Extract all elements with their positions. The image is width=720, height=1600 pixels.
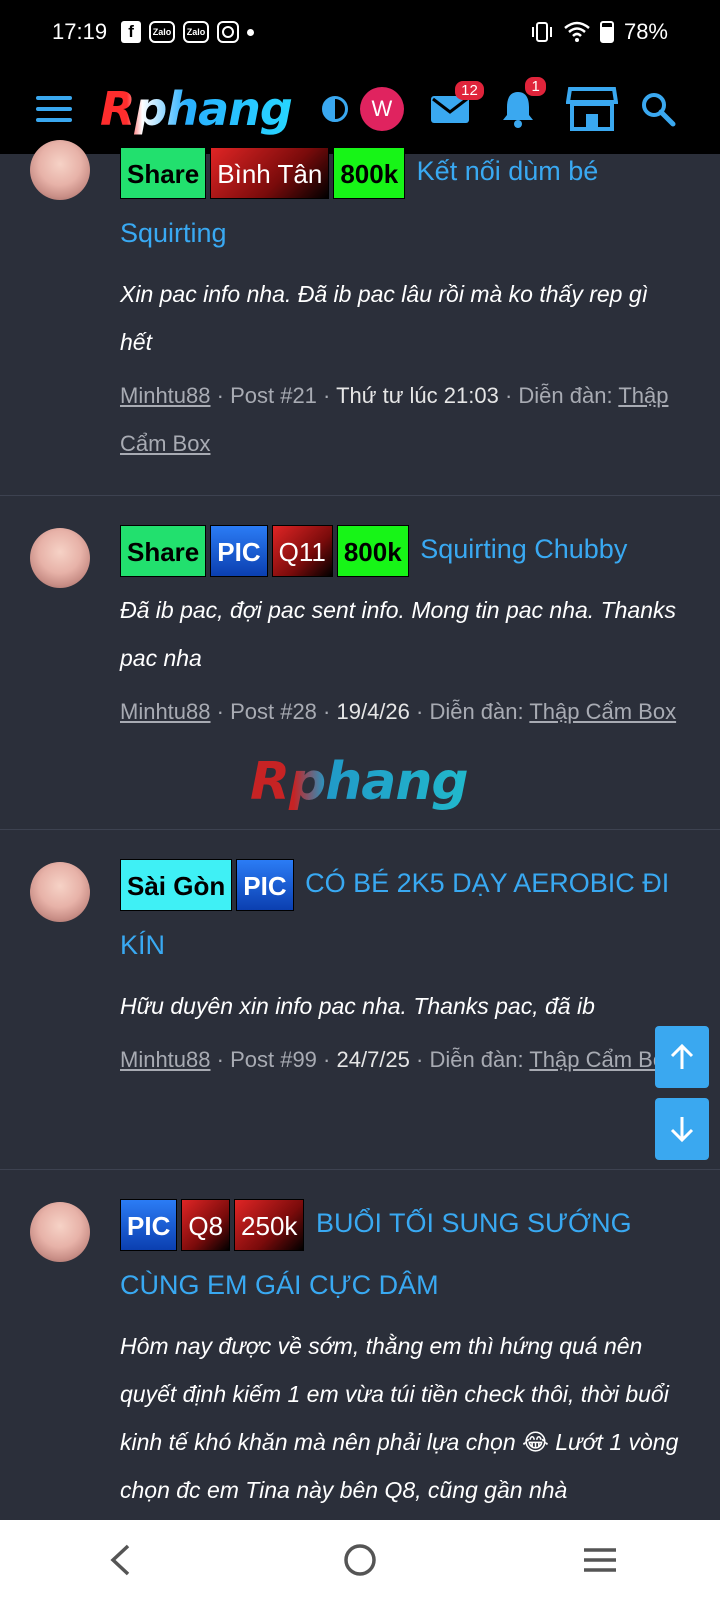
post-date: 24/7/25	[336, 1047, 410, 1072]
post-meta: Minhtu88 · Post #21 · Thứ tư lúc 21:03 ·…	[120, 383, 669, 456]
tag-label[interactable]: PIC	[120, 1198, 178, 1251]
tag-label[interactable]: PIC	[236, 858, 294, 911]
author-link[interactable]: Minhtu88	[120, 699, 211, 724]
post-item[interactable]: Share Bình Tân 800k Kết nối dùm bé Squirti…	[0, 140, 720, 496]
battery-percent: 78%	[623, 19, 668, 44]
post-title-line[interactable]: Share Bình Tân 800k Kết nối dùm bé Squirti…	[120, 140, 684, 264]
back-chevron-icon	[110, 1544, 130, 1576]
post-date: 19/4/26	[336, 699, 410, 724]
tag-label[interactable]: Bình Tân	[210, 146, 330, 199]
facebook-notification-icon: f	[121, 21, 142, 43]
home-button[interactable]	[330, 1530, 390, 1590]
post-title-line[interactable]: Sài Gòn PIC CÓ BÉ 2K5 DẠY AEROBIC ĐI KÍN	[120, 852, 684, 976]
author-avatar[interactable]	[30, 140, 90, 200]
battery-icon	[599, 21, 614, 43]
messages-badge: 12	[455, 81, 484, 100]
notifications-badge: 1	[525, 77, 546, 96]
instagram-notification-icon	[217, 21, 240, 43]
post-item[interactable]: PIC Q8 250k BUỔI TỐI SUNG SƯỚNG CÙNG EM GÁ…	[0, 1170, 720, 1520]
status-bar: 17:19 f Zalo Zalo 78%	[0, 0, 720, 64]
site-logo[interactable]: Rphang	[100, 82, 293, 136]
author-avatar[interactable]	[30, 862, 90, 922]
tag-label[interactable]: 800k	[336, 524, 409, 577]
back-button[interactable]	[90, 1530, 150, 1590]
zalo-notification-icon-2: Zalo	[183, 21, 210, 43]
zalo-notification-icon: Zalo	[149, 21, 176, 43]
recents-button[interactable]	[570, 1530, 630, 1590]
vibrate-icon	[531, 22, 552, 42]
post-excerpt: Hữu duyên xin info pac nha. Thanks pac, …	[120, 993, 595, 1019]
search-button[interactable]	[640, 91, 676, 127]
scroll-to-bottom-button[interactable]	[655, 1098, 709, 1160]
tag-label[interactable]: 250k	[234, 1198, 305, 1251]
user-avatar[interactable]: W	[359, 87, 404, 131]
tag-label[interactable]: Share	[120, 146, 207, 199]
home-circle-icon	[344, 1544, 376, 1576]
menu-icon[interactable]	[36, 96, 72, 122]
messages-button[interactable]: 12	[430, 81, 484, 125]
post-title-line[interactable]: Share PIC Q11 800k Squirting Chubby	[120, 518, 684, 580]
post-title-line[interactable]: PIC Q8 250k BUỔI TỐI SUNG SƯỚNG CÙNG EM GÁ…	[120, 1192, 684, 1316]
theme-toggle-icon[interactable]	[321, 96, 348, 122]
author-link[interactable]: Minhtu88	[120, 383, 211, 408]
post-item[interactable]: Sài Gòn PIC CÓ BÉ 2K5 DẠY AEROBIC ĐI KÍN …	[0, 830, 720, 1170]
author-avatar[interactable]	[30, 1202, 90, 1262]
recents-lines-icon	[584, 1548, 616, 1572]
status-time: 17:19	[52, 19, 108, 44]
watermark-logo: Rphang	[250, 752, 469, 812]
tag-label[interactable]: Share	[120, 524, 207, 577]
system-navigation-bar	[0, 1520, 720, 1600]
post-number: Post #99	[230, 1047, 317, 1072]
forum-label: Diễn đàn:	[429, 699, 524, 724]
search-icon	[641, 93, 676, 127]
more-notifications-dot-icon	[247, 28, 255, 36]
tag-label[interactable]: Sài Gòn	[120, 858, 233, 911]
post-excerpt: Hôm nay được về sớm, thằng em thì hứng q…	[120, 1333, 679, 1503]
post-number: Post #21	[230, 383, 317, 408]
tag-label[interactable]: PIC	[210, 524, 268, 577]
arrow-down-icon	[670, 1117, 694, 1143]
post-excerpt: Xin pac info nha. Đã ib pac lâu rồi mà k…	[120, 281, 649, 355]
post-number: Post #28	[230, 699, 317, 724]
notifications-button[interactable]: 1	[500, 77, 546, 129]
store-button[interactable]	[565, 86, 618, 132]
author-link[interactable]: Minhtu88	[120, 1047, 211, 1072]
post-title-link[interactable]: Squirting Chubby	[420, 534, 627, 564]
wifi-icon	[564, 21, 590, 42]
tag-label[interactable]: Q8	[181, 1198, 231, 1251]
scroll-to-top-button[interactable]	[655, 1026, 709, 1088]
post-meta: Minhtu88 · Post #99 · 24/7/25 · Diễn đàn…	[120, 1047, 677, 1072]
store-icon	[565, 87, 618, 131]
forum-link[interactable]: Thập Cẩm Box	[529, 699, 676, 724]
arrow-up-icon	[670, 1043, 694, 1069]
tag-label[interactable]: 800k	[333, 146, 406, 199]
post-date: Thứ tư lúc 21:03	[336, 383, 499, 408]
forum-label: Diễn đàn:	[518, 383, 613, 408]
forum-label: Diễn đàn:	[429, 1047, 524, 1072]
post-excerpt: Đã ib pac, đợi pac sent info. Mong tin p…	[120, 597, 676, 671]
post-meta: Minhtu88 · Post #28 · 19/4/26 · Diễn đàn…	[120, 699, 677, 724]
tag-label[interactable]: Q11	[271, 524, 333, 577]
author-avatar[interactable]	[30, 528, 90, 588]
